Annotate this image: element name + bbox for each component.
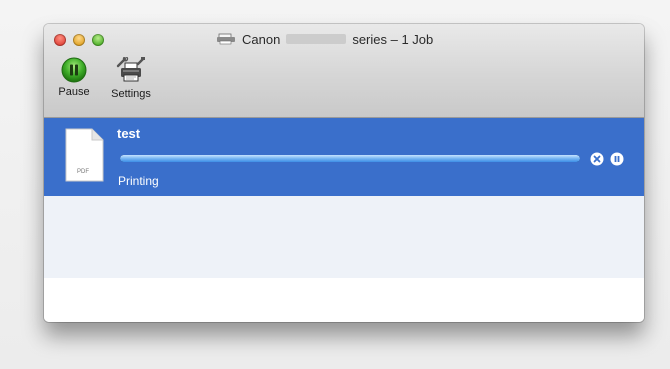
window-title: Canon series – 1 Job — [216, 29, 433, 49]
minimize-window-icon[interactable] — [73, 34, 85, 46]
job-progress-bar — [120, 155, 580, 162]
print-queue-window: Canon series – 1 Job Pause Settings PDF … — [44, 24, 644, 322]
redacted-model-name — [286, 34, 347, 44]
settings-label: Settings — [111, 88, 151, 100]
empty-list-row — [44, 196, 644, 278]
document-type-label: PDF — [77, 169, 89, 175]
pause-button[interactable]: Pause — [54, 57, 94, 98]
window-title-suffix: series – 1 Job — [352, 31, 434, 47]
pdf-document-icon: PDF — [64, 128, 104, 187]
window-toolbar: Canon series – 1 Job Pause Settings — [44, 24, 644, 118]
pause-icon — [61, 57, 87, 83]
job-list-empty-area — [44, 196, 644, 322]
window-title-prefix: Canon — [242, 31, 281, 47]
close-window-icon[interactable] — [54, 34, 66, 46]
job-progress-fill — [120, 155, 580, 162]
settings-icon — [116, 57, 146, 85]
delete-job-icon[interactable] — [590, 152, 604, 166]
printer-icon — [217, 33, 235, 45]
zoom-window-icon[interactable] — [92, 34, 104, 46]
pause-label: Pause — [58, 86, 90, 98]
job-name: test — [117, 126, 141, 141]
settings-button[interactable]: Settings — [102, 57, 160, 100]
print-job-row[interactable]: PDF test Printing — [44, 118, 644, 196]
hold-job-icon[interactable] — [610, 152, 624, 166]
job-status: Printing — [118, 174, 159, 188]
